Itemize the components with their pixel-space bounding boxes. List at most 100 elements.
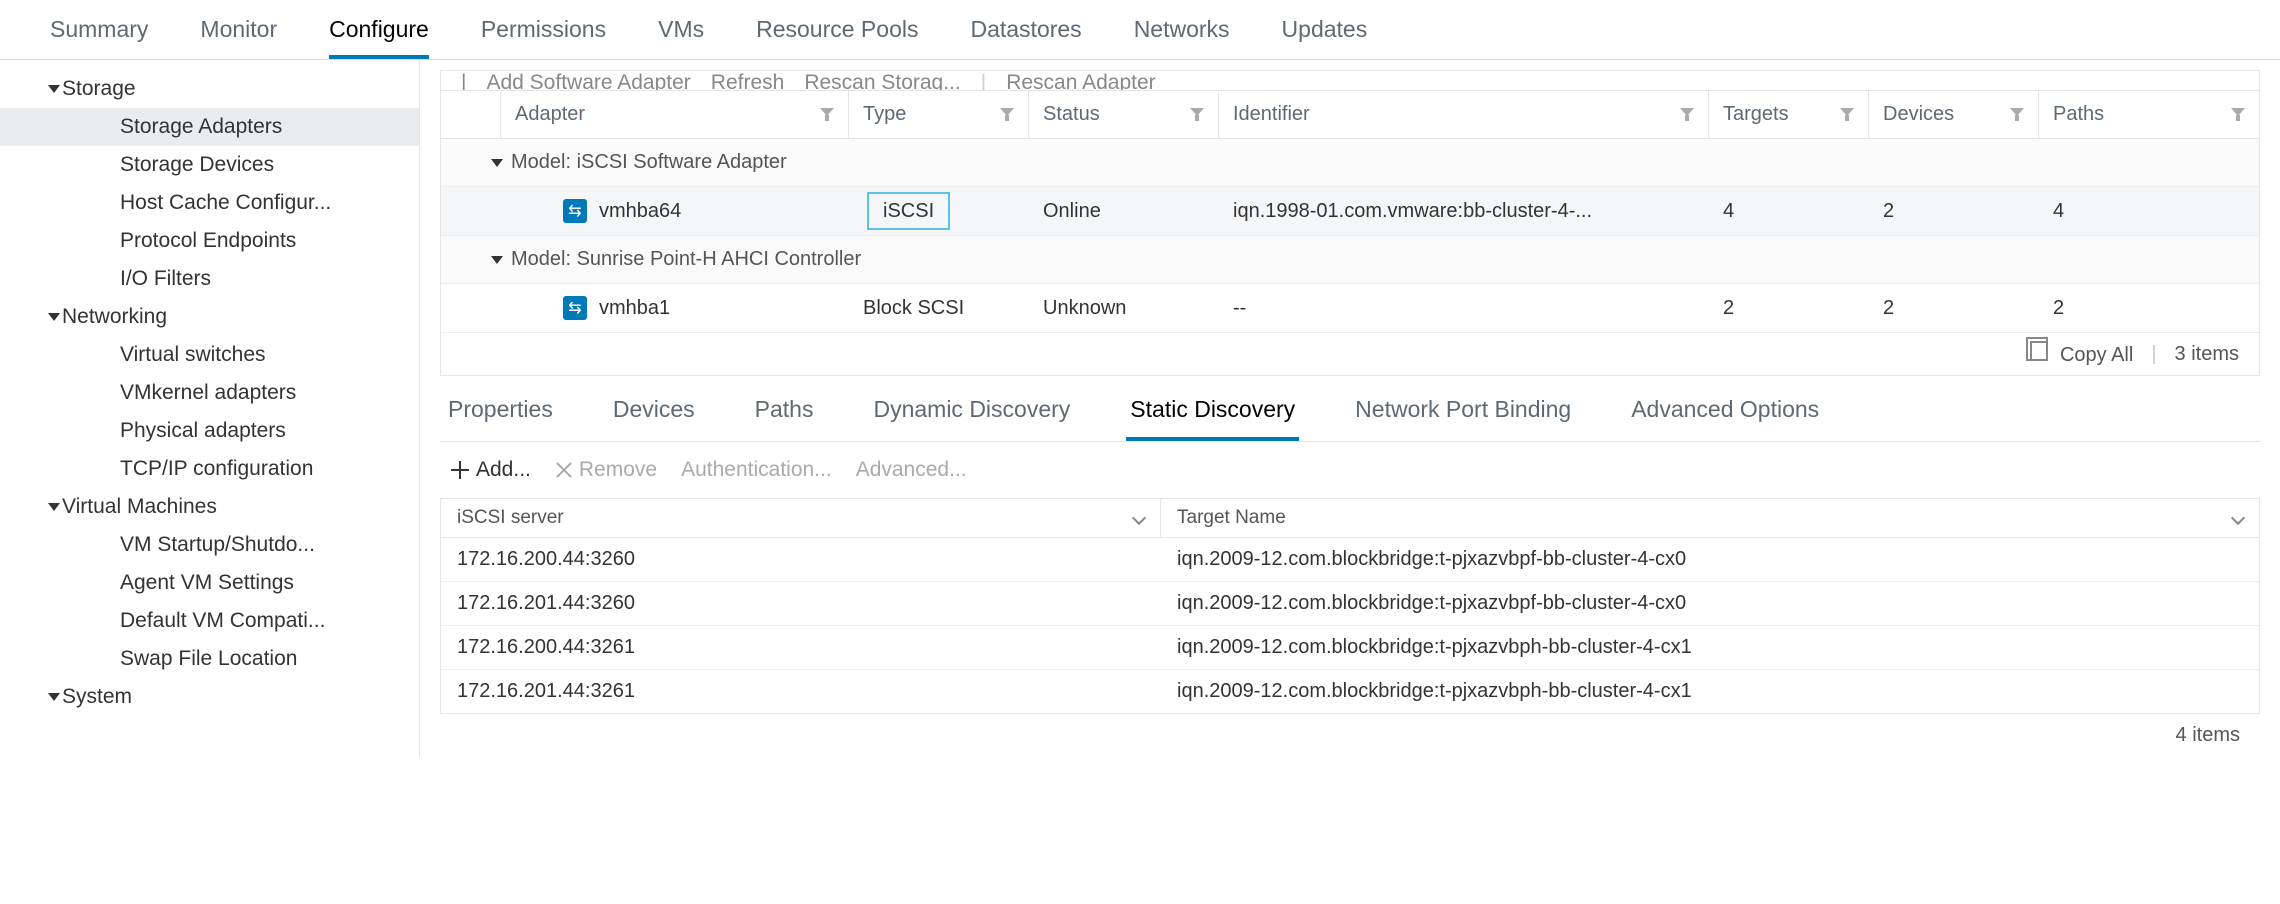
sidebar-group-label: Networking — [62, 305, 167, 329]
col-target-name[interactable]: Target Name — [1161, 499, 2259, 537]
sidebar-group-system[interactable]: System — [0, 678, 419, 716]
chevron-down-icon[interactable] — [1132, 511, 1146, 525]
authentication-button[interactable]: Authentication... — [681, 458, 832, 482]
tab-configure[interactable]: Configure — [329, 16, 429, 59]
tab-networks[interactable]: Networks — [1134, 16, 1230, 59]
sidebar-item-vmkernel-adapters[interactable]: VMkernel adapters — [0, 374, 419, 412]
sidebar-item-vm-startup[interactable]: VM Startup/Shutdo... — [0, 526, 419, 564]
sidebar-item-host-cache[interactable]: Host Cache Configur... — [0, 184, 419, 222]
adapter-table-footer: Copy All | 3 items — [441, 333, 2259, 375]
disc-items-count: 4 items — [440, 714, 2260, 757]
adapter-targets: 2 — [1709, 285, 1869, 332]
sidebar-item-virtual-switches[interactable]: Virtual switches — [0, 336, 419, 374]
adapter-row-vmhba64[interactable]: ⇆ vmhba64 iSCSI Online iqn.1998-01.com.v… — [441, 187, 2259, 236]
sidebar-item-tcpip[interactable]: TCP/IP configuration — [0, 450, 419, 488]
static-discovery-table: iSCSI server Target Name 172.16.200.44:3… — [440, 498, 2260, 714]
sub-tab-dynamic-discovery[interactable]: Dynamic Discovery — [869, 382, 1074, 441]
adapter-icon: ⇆ — [563, 199, 587, 223]
disc-row[interactable]: 172.16.201.44:3261 iqn.2009-12.com.block… — [441, 670, 2259, 713]
sidebar-item-agent-vm[interactable]: Agent VM Settings — [0, 564, 419, 602]
group-label: Model: iSCSI Software Adapter — [511, 151, 787, 174]
sidebar-item-swap-file[interactable]: Swap File Location — [0, 640, 419, 678]
iscsi-server: 172.16.200.44:3260 — [441, 538, 1161, 581]
copy-icon — [2030, 341, 2048, 361]
adapter-icon: ⇆ — [563, 296, 587, 320]
sub-tab-static-discovery[interactable]: Static Discovery — [1126, 382, 1299, 441]
sidebar-group-virtual-machines[interactable]: Virtual Machines — [0, 488, 419, 526]
filter-icon[interactable] — [820, 108, 834, 122]
add-button[interactable]: Add... — [450, 458, 531, 482]
sidebar-item-default-compat[interactable]: Default VM Compati... — [0, 602, 419, 640]
target-name: iqn.2009-12.com.blockbridge:t-pjxazvbph-… — [1161, 670, 2259, 713]
filter-icon[interactable] — [2231, 108, 2245, 122]
copy-all-button[interactable]: Copy All — [2030, 341, 2133, 367]
filter-icon[interactable] — [1840, 108, 1854, 122]
sub-tab-properties[interactable]: Properties — [444, 382, 557, 441]
col-status[interactable]: Status — [1029, 91, 1219, 138]
sidebar-item-storage-devices[interactable]: Storage Devices — [0, 146, 419, 184]
col-label: Type — [863, 103, 906, 126]
sidebar-group-storage[interactable]: Storage — [0, 70, 419, 108]
advanced-button[interactable]: Advanced... — [856, 458, 967, 482]
sidebar-item-physical-adapters[interactable]: Physical adapters — [0, 412, 419, 450]
disc-row[interactable]: 172.16.200.44:3261 iqn.2009-12.com.block… — [441, 626, 2259, 670]
sub-tab-advanced-options[interactable]: Advanced Options — [1627, 382, 1823, 441]
chevron-down-icon[interactable] — [2231, 511, 2245, 525]
disc-row[interactable]: 172.16.201.44:3260 iqn.2009-12.com.block… — [441, 582, 2259, 626]
col-adapter[interactable]: Adapter — [501, 91, 849, 138]
adapter-group-iscsi[interactable]: Model: iSCSI Software Adapter — [441, 139, 2259, 187]
chevron-down-icon — [491, 159, 503, 167]
sidebar-item-protocol-endpoints[interactable]: Protocol Endpoints — [0, 222, 419, 260]
col-iscsi-server[interactable]: iSCSI server — [441, 499, 1161, 537]
adapter-devices: 2 — [1869, 285, 2039, 332]
col-type[interactable]: Type — [849, 91, 1029, 138]
col-label: Devices — [1883, 103, 1954, 126]
adapter-targets: 4 — [1709, 188, 1869, 235]
adapter-status: Unknown — [1029, 285, 1219, 332]
rescan-storage-button[interactable]: Rescan Storag... — [804, 71, 960, 91]
sidebar-group-networking[interactable]: Networking — [0, 298, 419, 336]
col-targets[interactable]: Targets — [1709, 91, 1869, 138]
tab-vms[interactable]: VMs — [658, 16, 704, 59]
col-devices[interactable]: Devices — [1869, 91, 2039, 138]
filter-icon[interactable] — [2010, 108, 2024, 122]
tab-monitor[interactable]: Monitor — [200, 16, 277, 59]
header-checkbox-col — [441, 91, 501, 138]
sub-tab-port-binding[interactable]: Network Port Binding — [1351, 382, 1575, 441]
adapter-row-vmhba1[interactable]: ⇆ vmhba1 Block SCSI Unknown -- 2 2 2 — [441, 284, 2259, 333]
col-identifier[interactable]: Identifier — [1219, 91, 1709, 138]
adapter-toolbar: | Add Software Adapter Refresh Rescan St… — [440, 70, 2260, 90]
tab-datastores[interactable]: Datastores — [970, 16, 1081, 59]
filter-icon[interactable] — [1190, 108, 1204, 122]
tab-resource-pools[interactable]: Resource Pools — [756, 16, 918, 59]
tab-permissions[interactable]: Permissions — [481, 16, 606, 59]
sub-tab-paths[interactable]: Paths — [751, 382, 818, 441]
adapter-paths: 4 — [2039, 188, 2259, 235]
chevron-down-icon — [48, 693, 60, 701]
adapter-group-ahci[interactable]: Model: Sunrise Point-H AHCI Controller — [441, 236, 2259, 284]
group-label: Model: Sunrise Point-H AHCI Controller — [511, 248, 861, 271]
col-paths[interactable]: Paths — [2039, 91, 2259, 138]
filter-icon[interactable] — [1000, 108, 1014, 122]
remove-button[interactable]: Remove — [555, 458, 657, 482]
target-name: iqn.2009-12.com.blockbridge:t-pjxazvbpf-… — [1161, 538, 2259, 581]
iscsi-server: 172.16.201.44:3261 — [441, 670, 1161, 713]
main-panel: | Add Software Adapter Refresh Rescan St… — [420, 60, 2280, 757]
sidebar-item-storage-adapters[interactable]: Storage Adapters — [0, 108, 419, 146]
x-icon — [555, 461, 573, 479]
rescan-adapter-button[interactable]: Rescan Adapter — [1006, 71, 1155, 91]
tab-summary[interactable]: Summary — [50, 16, 148, 59]
adapter-paths: 2 — [2039, 285, 2259, 332]
sidebar-item-io-filters[interactable]: I/O Filters — [0, 260, 419, 298]
adapter-status: Online — [1029, 188, 1219, 235]
discovery-actions: Add... Remove Authentication... Advanced… — [440, 442, 2260, 498]
sidebar-group-label: System — [62, 685, 132, 709]
col-label: Targets — [1723, 103, 1789, 126]
filter-icon[interactable] — [1680, 108, 1694, 122]
disc-row[interactable]: 172.16.200.44:3260 iqn.2009-12.com.block… — [441, 538, 2259, 582]
tab-updates[interactable]: Updates — [1282, 16, 1368, 59]
refresh-button[interactable]: Refresh — [711, 71, 785, 91]
adapter-name: vmhba64 — [599, 200, 681, 223]
sub-tab-devices[interactable]: Devices — [609, 382, 699, 441]
add-software-adapter-button[interactable]: Add Software Adapter — [486, 71, 690, 91]
